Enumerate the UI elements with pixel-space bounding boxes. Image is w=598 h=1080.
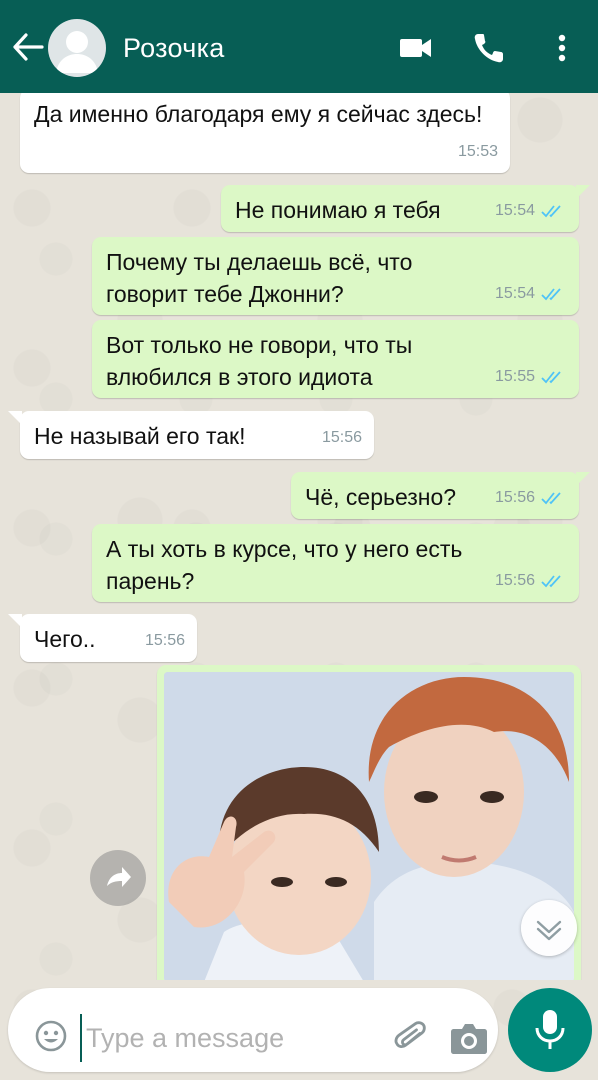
message-meta: 15:56	[495, 565, 567, 597]
message-text: Да именно благодаря ему я сейчас здесь!	[34, 101, 483, 127]
bubble-tail	[8, 614, 22, 628]
scroll-down-icon	[536, 920, 562, 941]
message-time: 15:54	[494, 285, 535, 302]
message-outgoing[interactable]: А ты хоть в курсе, что у него есть парен…	[92, 524, 579, 602]
forward-button[interactable]	[90, 850, 146, 906]
back-arrow-icon[interactable]	[12, 32, 44, 62]
shared-photo[interactable]	[164, 672, 574, 980]
bubble-tail	[8, 411, 22, 425]
bubble-tail	[576, 185, 590, 199]
read-ticks-icon	[541, 205, 561, 218]
more-vert-icon[interactable]	[546, 28, 586, 68]
message-input[interactable]	[80, 1014, 380, 1062]
message-time: 15:56	[144, 632, 185, 649]
read-ticks-icon	[541, 492, 561, 505]
message-outgoing[interactable]: Чё, серьезно? 15:56	[291, 472, 579, 519]
message-time: 15:56	[494, 572, 535, 589]
forward-icon	[107, 867, 131, 887]
message-meta: 15:56	[322, 422, 362, 454]
message-outgoing[interactable]: Не понимаю я тебя 15:54	[221, 185, 579, 232]
emoji-icon[interactable]	[34, 1019, 68, 1053]
mic-icon	[535, 1010, 565, 1049]
attach-icon[interactable]	[393, 1018, 429, 1058]
camera-icon[interactable]	[450, 1021, 488, 1055]
message-input-container[interactable]	[8, 988, 498, 1072]
message-incoming[interactable]: Да именно благодаря ему я сейчас здесь! …	[20, 93, 510, 173]
message-text: Вот только не говори, что ты влюбился в …	[106, 332, 413, 390]
message-meta: 15:54	[495, 195, 567, 227]
message-meta: 15:56	[145, 625, 185, 657]
chat-header: Розочка	[0, 0, 598, 93]
message-outgoing[interactable]: Почему ты делаешь всё, что говорит тебе …	[92, 237, 579, 315]
message-incoming[interactable]: Не называй его так! 15:56	[20, 411, 374, 459]
message-time: 15:54	[494, 202, 535, 219]
message-time: 15:56	[321, 429, 362, 446]
read-ticks-icon	[541, 371, 561, 384]
message-text: Почему ты делаешь всё, что говорит тебе …	[106, 249, 413, 307]
scroll-down-button[interactable]	[521, 900, 577, 956]
phone-icon[interactable]	[469, 28, 509, 68]
message-text: А ты хоть в курсе, что у него есть парен…	[106, 536, 463, 594]
avatar[interactable]	[48, 19, 106, 77]
chat-area[interactable]: Да именно благодаря ему я сейчас здесь! …	[0, 93, 598, 980]
message-incoming[interactable]: Чего.. 15:56	[20, 614, 197, 662]
message-meta: 15:54	[495, 278, 567, 310]
read-ticks-icon	[541, 288, 561, 301]
avatar-placeholder-icon	[56, 31, 98, 73]
read-ticks-icon	[541, 575, 561, 588]
message-outgoing[interactable]: Вот только не говори, что ты влюбился в …	[92, 320, 579, 398]
message-time: 15:56	[494, 489, 535, 506]
message-image[interactable]	[157, 665, 581, 980]
bubble-tail	[576, 472, 590, 486]
message-meta: 15:56	[495, 482, 567, 514]
photo-illustration	[164, 672, 574, 980]
mic-button[interactable]	[508, 988, 592, 1072]
video-call-icon[interactable]	[396, 28, 436, 68]
input-bar	[0, 980, 598, 1080]
message-time: 15:53	[457, 143, 498, 160]
contact-name[interactable]: Розочка	[123, 33, 225, 64]
message-meta: 15:53	[458, 136, 498, 168]
message-time: 15:55	[494, 368, 535, 385]
message-meta: 15:55	[495, 361, 567, 393]
